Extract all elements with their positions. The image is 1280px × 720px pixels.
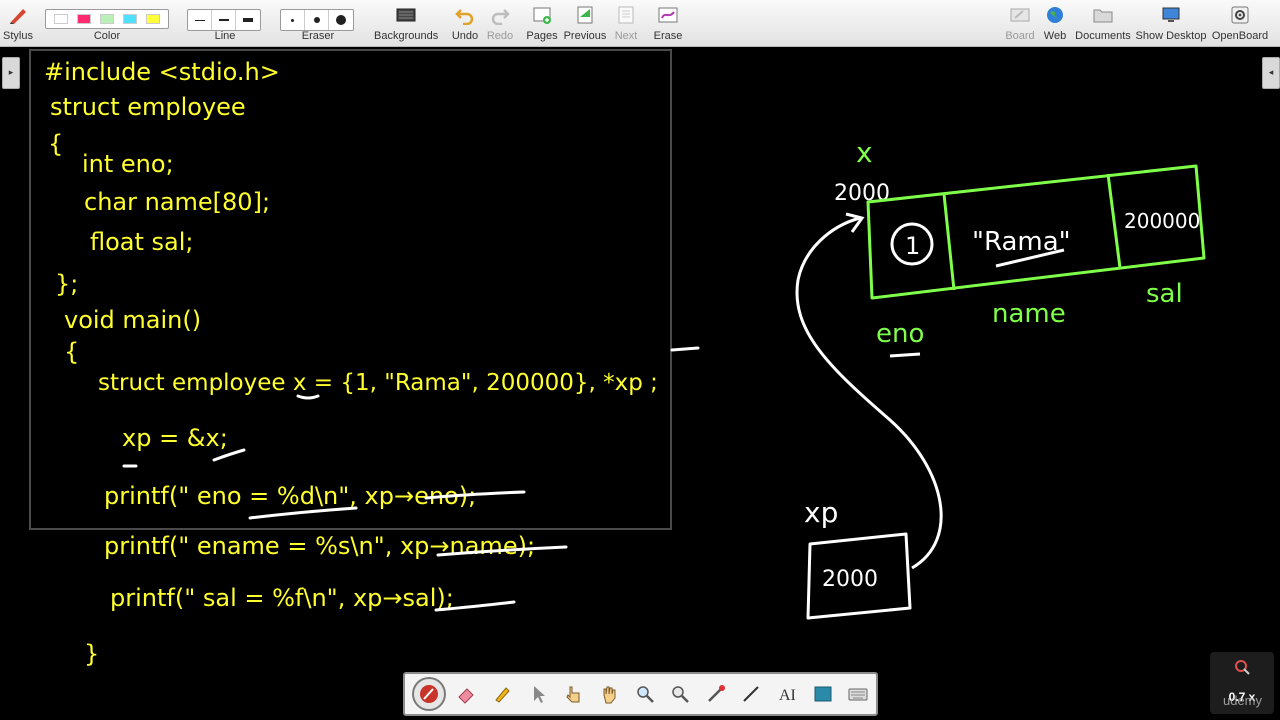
marker-tool[interactable]	[484, 676, 520, 712]
code-line-2: struct employee	[50, 93, 246, 121]
field-label-name: name	[992, 299, 1066, 329]
code-line-10: struct employee x = {1, "Rama", 200000},…	[98, 370, 658, 396]
selector-tool[interactable]	[520, 676, 556, 712]
pen-icon	[419, 685, 438, 703]
xp-box-value: 2000	[822, 567, 878, 592]
code-line-7: };	[55, 270, 78, 298]
cell-sal-value: 200000	[1124, 209, 1200, 233]
zoom-in-tool[interactable]	[627, 676, 663, 712]
divider-name-sal	[1106, 173, 1122, 269]
keyboard-icon	[848, 688, 868, 701]
hand-tool[interactable]	[591, 676, 627, 712]
divider-eno-name	[942, 193, 956, 291]
zoom-out-icon	[672, 686, 690, 703]
underline-xp-decl	[670, 346, 700, 352]
text-icon: AI	[779, 687, 796, 704]
code-line-5: char name[80];	[84, 188, 270, 216]
whiteboard-canvas[interactable]: #include <stdio.h> struct employee { int…	[0, 0, 1280, 720]
code-line-1: #include <stdio.h>	[44, 58, 280, 86]
zoom-out-tool[interactable]	[662, 676, 698, 712]
text-tool[interactable]: AI	[769, 676, 805, 712]
capture-icon	[814, 686, 832, 702]
code-line-6: float sal;	[90, 228, 194, 256]
code-line-3: {	[48, 130, 63, 158]
struct-x-diagram: x 2000 1 "Rama" 200000 eno name sal	[834, 136, 1206, 358]
code-line-4: int eno;	[82, 150, 174, 178]
line-icon	[743, 686, 760, 702]
code-ink: #include <stdio.h> struct employee { int…	[44, 58, 658, 668]
code-line-12: printf(" eno = %d\n", xp→eno);	[104, 482, 476, 510]
interact-tool[interactable]	[556, 676, 592, 712]
code-line-15: }	[84, 640, 99, 668]
code-line-13: printf(" ename = %s\n", xp→name);	[104, 532, 535, 560]
label-addr-x: 2000	[834, 181, 890, 206]
label-var-x: x	[856, 136, 873, 169]
capture-tool[interactable]	[805, 676, 841, 712]
keyboard-tool[interactable]	[840, 676, 876, 712]
code-line-8: void main()	[64, 306, 201, 334]
eraser-icon	[458, 688, 475, 704]
pointer-xp-diagram: xp 2000	[795, 212, 943, 620]
laser-icon	[707, 685, 725, 702]
hand-icon	[603, 686, 616, 704]
code-line-14: printf(" sal = %f\n", xp→sal);	[110, 584, 454, 612]
zoom-magnifier-icon	[1235, 660, 1250, 675]
underline-eno-label	[889, 352, 921, 358]
field-label-sal: sal	[1146, 279, 1183, 309]
cell-eno-value: 1	[905, 232, 920, 260]
zoom-indicator[interactable]: 0.7 x udemy	[1210, 652, 1274, 714]
line-tool[interactable]	[734, 676, 770, 712]
cursor-icon	[533, 686, 545, 703]
pointer-hand-icon	[566, 686, 580, 703]
laser-pointer-tool[interactable]	[698, 676, 734, 712]
zoom-in-icon	[636, 686, 654, 703]
tool-palette: AI	[403, 672, 878, 716]
underline-x	[296, 394, 320, 400]
code-line-11: xp = &x;	[122, 424, 228, 452]
marker-icon	[495, 687, 510, 703]
field-label-eno: eno	[876, 319, 924, 349]
eraser-tool[interactable]	[449, 676, 485, 712]
pen-tool[interactable]	[412, 677, 446, 711]
udemy-watermark: udemy	[1222, 693, 1262, 708]
label-var-xp: xp	[804, 496, 838, 529]
svg-text:AI: AI	[779, 687, 796, 704]
code-line-9: {	[64, 338, 79, 366]
